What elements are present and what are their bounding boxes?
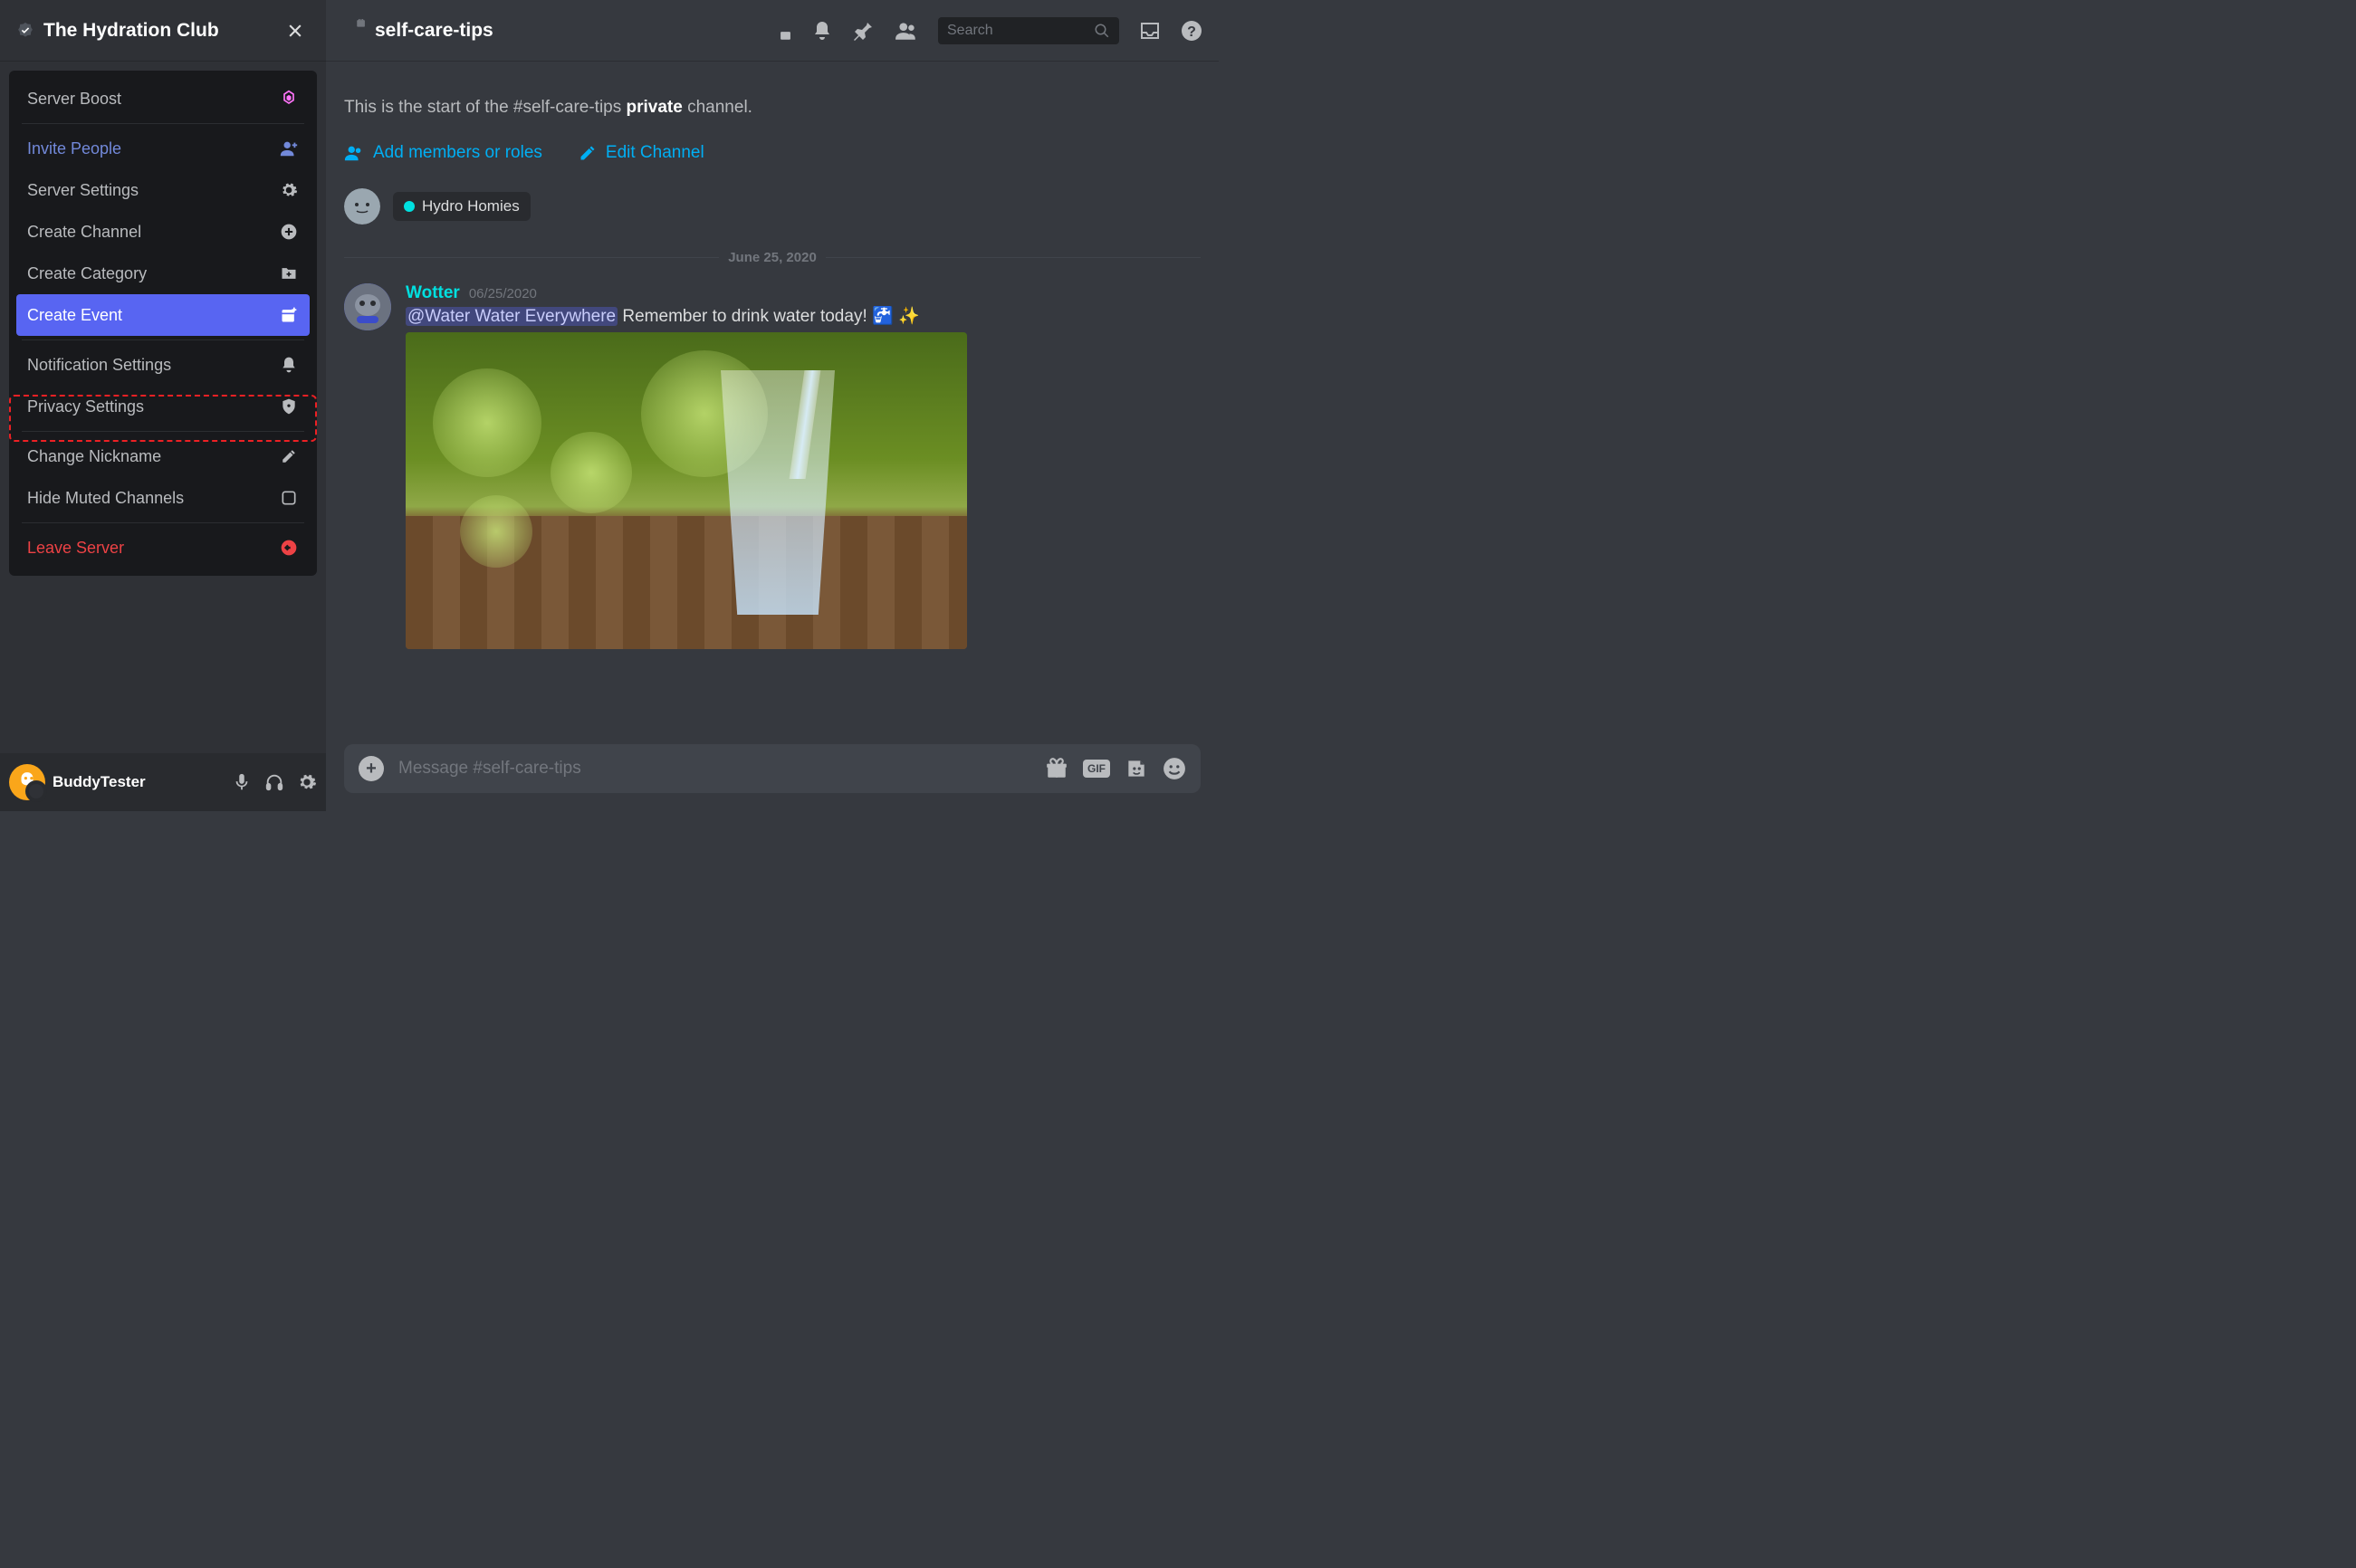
search-icon [1094, 23, 1110, 39]
message-attachment-image[interactable] [406, 332, 967, 649]
checkbox-empty-icon [279, 488, 299, 508]
menu-notification-settings[interactable]: Notification Settings [16, 344, 310, 386]
role-avatar[interactable] [344, 188, 380, 225]
menu-server-settings[interactable]: Server Settings [16, 169, 310, 211]
help-icon[interactable]: ? [1181, 20, 1202, 42]
search-placeholder: Search [947, 23, 1094, 39]
link-label: Add members or roles [373, 143, 542, 163]
date-divider: June 25, 2020 [344, 250, 1201, 265]
channel-header: self-care-tips Search [326, 0, 1219, 62]
add-members-link[interactable]: Add members or roles [344, 143, 542, 163]
message-avatar[interactable] [344, 283, 391, 330]
user-name: BuddyTester [53, 773, 225, 791]
sidebar: The Hydration Club Server Boost Invite P… [0, 0, 326, 811]
channel-content: This is the start of the #self-care-tips… [326, 62, 1219, 726]
notification-bell-icon[interactable] [811, 20, 833, 42]
menu-label: Create Category [27, 264, 147, 283]
message-author[interactable]: Wotter [406, 283, 460, 303]
menu-create-channel[interactable]: Create Channel [16, 211, 310, 253]
channel-welcome-subtitle: This is the start of the #self-care-tips… [344, 98, 1201, 118]
welcome-text: channel. [683, 98, 752, 117]
plus-circle-icon [279, 222, 299, 242]
message-text-part: Remember to drink water today! [618, 307, 872, 326]
emoji-sparkles: ✨ [898, 307, 920, 326]
folder-plus-icon [279, 263, 299, 283]
menu-label: Server Boost [27, 90, 121, 109]
menu-change-nickname[interactable]: Change Nickname [16, 435, 310, 477]
role-chip[interactable]: Hydro Homies [393, 192, 531, 221]
inbox-icon[interactable] [1139, 20, 1161, 42]
svg-text:?: ? [1187, 24, 1196, 40]
search-input[interactable]: Search [938, 17, 1119, 44]
menu-divider [22, 522, 304, 523]
menu-label: Notification Settings [27, 356, 171, 375]
role-name: Hydro Homies [422, 197, 520, 215]
verified-badge-icon [16, 22, 34, 40]
menu-divider [22, 431, 304, 432]
menu-create-event[interactable]: Create Event [16, 294, 310, 336]
menu-label: Server Settings [27, 181, 139, 200]
settings-gear-icon[interactable] [297, 772, 317, 792]
bell-icon [279, 355, 299, 375]
pencil-icon [579, 144, 597, 162]
boost-icon [279, 89, 299, 109]
menu-label: Change Nickname [27, 447, 161, 466]
emoji-picker-icon[interactable] [1163, 757, 1186, 780]
menu-label: Create Event [27, 306, 122, 325]
welcome-text: This is the start of the #self-care-tips [344, 98, 627, 117]
date-divider-label: June 25, 2020 [719, 250, 826, 265]
leave-icon [279, 538, 299, 558]
gif-button[interactable]: GIF [1083, 760, 1110, 778]
members-icon[interactable] [895, 19, 918, 43]
user-avatar[interactable] [9, 764, 45, 800]
channel-name: self-care-tips [375, 20, 768, 42]
welcome-private-word: private [627, 98, 683, 117]
emoji-potable-water: 🚰 [872, 307, 894, 326]
menu-label: Invite People [27, 139, 121, 158]
shield-icon [279, 397, 299, 416]
close-icon[interactable] [281, 16, 310, 45]
pencil-icon [279, 446, 299, 466]
composer-placeholder: Message #self-care-tips [398, 759, 1030, 779]
people-icon [344, 143, 364, 163]
hash-lock-icon [342, 19, 366, 43]
menu-label: Hide Muted Channels [27, 489, 184, 508]
pin-icon[interactable] [853, 20, 875, 42]
sticker-icon[interactable] [1125, 757, 1148, 780]
edit-channel-link[interactable]: Edit Channel [579, 143, 704, 163]
menu-label: Privacy Settings [27, 397, 144, 416]
main-content: self-care-tips Search [326, 0, 1219, 811]
menu-invite-people[interactable]: Invite People [16, 128, 310, 169]
gift-icon[interactable] [1045, 757, 1068, 780]
server-context-menu: Server Boost Invite People Server Settin… [9, 71, 317, 576]
gear-icon [279, 180, 299, 200]
menu-label: Create Channel [27, 223, 141, 242]
link-label: Edit Channel [606, 143, 704, 163]
server-name: The Hydration Club [43, 20, 281, 42]
menu-hide-muted-channels[interactable]: Hide Muted Channels [16, 477, 310, 519]
server-header[interactable]: The Hydration Club [0, 0, 326, 62]
menu-privacy-settings[interactable]: Privacy Settings [16, 386, 310, 427]
menu-server-boost[interactable]: Server Boost [16, 78, 310, 120]
attach-plus-icon[interactable]: + [359, 756, 384, 781]
deafen-headphones-icon[interactable] [264, 772, 284, 792]
menu-create-category[interactable]: Create Category [16, 253, 310, 294]
threads-icon[interactable] [768, 19, 791, 43]
user-panel: BuddyTester [0, 753, 326, 811]
message-composer[interactable]: + Message #self-care-tips GIF [344, 744, 1201, 793]
invite-person-icon [279, 139, 299, 158]
menu-label: Leave Server [27, 539, 124, 558]
user-mention[interactable]: @Water Water Everywhere [406, 307, 618, 326]
mute-mic-icon[interactable] [232, 772, 252, 792]
menu-leave-server[interactable]: Leave Server [16, 527, 310, 569]
menu-divider [22, 123, 304, 124]
role-color-dot [404, 201, 415, 212]
message-timestamp: 06/25/2020 [469, 286, 537, 301]
message: Wotter 06/25/2020 @Water Water Everywher… [344, 283, 1201, 649]
menu-divider [22, 339, 304, 340]
message-text: @Water Water Everywhere Remember to drin… [406, 305, 1201, 327]
channel-role-row: Hydro Homies [344, 188, 1201, 225]
calendar-plus-icon [279, 305, 299, 325]
